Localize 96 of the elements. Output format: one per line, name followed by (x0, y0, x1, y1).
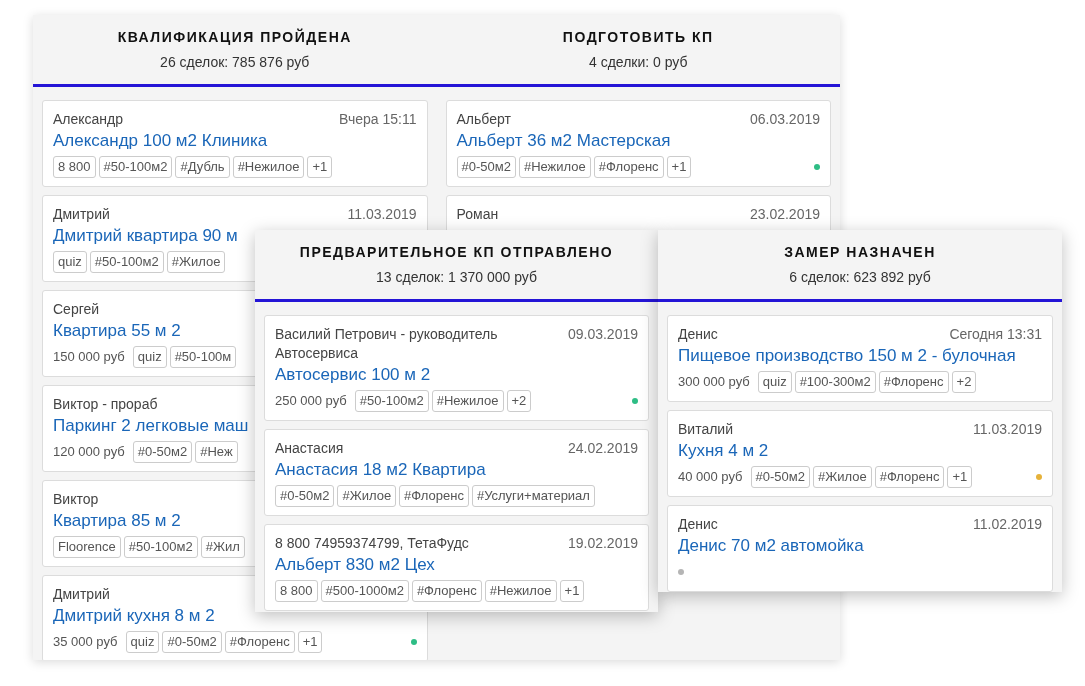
deal-price: 120 000 руб (53, 443, 125, 462)
column-title: ЗАМЕР НАЗНАЧЕН (784, 242, 936, 262)
contact-name: Виктор - прораб (53, 395, 158, 414)
deal-card[interactable]: Александр Вчера 15:11 Александр 100 м2 Клиника 8 800 #50-100м2 #Дубль #Нежилое +1 (42, 100, 428, 187)
contact-name: Сергей (53, 300, 100, 319)
tag-chip: #Жилое (813, 466, 872, 488)
tag-chip: #0-50м2 (132, 441, 193, 463)
deal-price: 35 000 руб (53, 633, 118, 652)
deal-date: 11.03.2019 (972, 420, 1042, 439)
tag-chip: #Флоренс (878, 371, 949, 393)
contact-name: Александр (53, 110, 124, 129)
column-title: КВАЛИФИКАЦИЯ ПРОЙДЕНА (117, 27, 352, 47)
column-title: ПОДГОТОВИТЬ КП (562, 27, 714, 47)
contact-name: Виктор (53, 490, 99, 509)
tag-chip: #0-50м2 (275, 485, 335, 507)
tag-chip: 8 800 (275, 580, 318, 602)
contact-name: Альберт (456, 110, 511, 129)
tag-chip: #Неж (195, 441, 238, 463)
tag-chip: #100-300м2 (794, 371, 876, 393)
deal-title-link[interactable]: Квартира 85 м 2 (53, 509, 181, 533)
column-summary: 4 сделки: 0 руб (588, 52, 688, 72)
tag-chip: 8 800 (53, 156, 96, 178)
tag-chip: Floorence (53, 536, 121, 558)
deal-date: 19.02.2019 (567, 534, 638, 553)
deal-price: 250 000 руб (275, 392, 347, 411)
deal-card[interactable]: Василий Петрович - руководитель Автосервиса 09.03.2019 Автосервис 100 м 2 250 000 руб #50-100м2 #Нежилое +2 (264, 315, 649, 421)
tag-chip: #Жилое (337, 485, 397, 507)
tag-chip: +1 (307, 156, 333, 178)
tag-chip: +1 (559, 580, 585, 602)
tag-chip: #Нежилое (518, 156, 591, 178)
contact-name: Дмитрий (53, 585, 110, 604)
deal-date: 24.02.2019 (567, 439, 638, 458)
tag-chip: #50-100м2 (123, 536, 198, 558)
deal-date: 11.02.2019 (972, 515, 1042, 534)
deal-title-link[interactable]: Денис 70 м2 автомойка (678, 534, 864, 558)
deal-card[interactable]: Анастасия 24.02.2019 Анастасия 18 м2 Квартира #0-50м2 #Жилое #Флоренс #Услуги+материал (264, 429, 649, 516)
tag-chip: #Жил (200, 536, 245, 558)
tag-chip: #0-50м2 (162, 631, 222, 653)
column-summary: 26 сделок: 785 876 руб (160, 52, 310, 72)
tag-chip: #Нежилое (484, 580, 557, 602)
deal-date: Сегодня 13:31 (949, 325, 1042, 344)
deal-date: 11.03.2019 (347, 205, 417, 224)
tag-chip: #Флоренс (593, 156, 664, 178)
deal-title-link[interactable]: Александр 100 м2 Клиника (53, 129, 268, 153)
deal-price: 40 000 руб (678, 468, 743, 487)
contact-name: Денис (678, 325, 718, 344)
tag-chip: #50-100м2 (354, 390, 429, 412)
contact-name: Анастасия (275, 439, 344, 458)
tag-chip: quiz (125, 631, 160, 653)
tag-chip: #50-100м2 (98, 156, 173, 178)
contact-name: Дмитрий (53, 205, 110, 224)
deal-price: 150 000 руб (53, 348, 125, 367)
deal-card[interactable]: Денис 11.02.2019 Денис 70 м2 автомойка (667, 505, 1053, 592)
tag-chip: quiz (132, 346, 167, 368)
tag-chip: #Нежилое (431, 390, 504, 412)
deal-card[interactable]: Роман 23.02.2019 (445, 195, 831, 233)
tag-chip: quiz (757, 371, 792, 393)
deal-price: 300 000 руб (678, 373, 750, 392)
deal-card[interactable]: Альберт 06.03.2019 Альберт 36 м2 Мастерская #0-50м2 #Нежилое #Флоренс +1 (445, 100, 831, 187)
deal-card[interactable]: Денис Сегодня 13:31 Пищевое производство 150 м 2 - булочная 300 000 руб quiz #100-300м2 #Флоренс +2 (667, 315, 1053, 402)
tag-chip: #Жилое (166, 251, 226, 273)
deal-title-link[interactable]: Дмитрий квартира 90 м (53, 224, 238, 248)
deal-title-link[interactable]: Паркинг 2 легковые маш (53, 414, 249, 438)
deal-card[interactable]: Виталий 11.03.2019 Кухня 4 м 2 40 000 руб #0-50м2 #Жилое #Флоренс +1 (667, 410, 1053, 497)
tag-chip: #500-1000м2 (320, 580, 409, 602)
deal-date: Вчера 15:11 (339, 110, 417, 129)
tag-chip: +2 (951, 371, 977, 393)
tag-chip: #Флоренс (224, 631, 295, 653)
deal-card[interactable]: 8 800 74959374799, ТетаФудс 19.02.2019 Альберт 830 м2 Цех 8 800 #500-1000м2 #Флоренс #Нежилое +1 (264, 524, 649, 611)
tag-chip: #Флоренс (874, 466, 945, 488)
tag-chip: #Флоренс (399, 485, 469, 507)
tag-chip: quiz (53, 251, 87, 273)
tag-chip: +1 (947, 466, 973, 488)
tag-chip: #0-50м2 (750, 466, 810, 488)
tag-chip: #50-100м2 (89, 251, 164, 273)
deal-date: 23.02.2019 (749, 205, 820, 224)
tag-chip: +2 (506, 390, 532, 412)
contact-name: Роман (456, 205, 499, 224)
tag-chip: +1 (666, 156, 692, 178)
deal-title-link[interactable]: Квартира 55 м 2 (53, 319, 181, 343)
deal-title-link[interactable]: Кухня 4 м 2 (678, 439, 769, 463)
tag-chip: #Флоренс (411, 580, 482, 602)
contact-name: Денис (678, 515, 718, 534)
deal-title-link[interactable]: Дмитрий кухня 8 м 2 (53, 604, 215, 628)
deal-title-link[interactable]: Пищевое производство 150 м 2 - булочная (678, 344, 1016, 368)
tag-chip: #0-50м2 (456, 156, 516, 178)
tag-chip: #Услуги+материал (471, 485, 595, 507)
tag-chip: #50-100м (169, 346, 237, 368)
tag-chip: #Нежилое (232, 156, 305, 178)
deal-date: 06.03.2019 (749, 110, 820, 129)
tag-chip: +1 (297, 631, 323, 653)
contact-name: Виталий (678, 420, 733, 439)
deal-title-link[interactable]: Альберт 36 м2 Мастерская (456, 129, 671, 153)
column-summary: 6 сделок: 623 892 руб (789, 267, 931, 287)
tag-chip: #Дубль (175, 156, 230, 178)
deal-date: 09.03.2019 (567, 325, 638, 344)
